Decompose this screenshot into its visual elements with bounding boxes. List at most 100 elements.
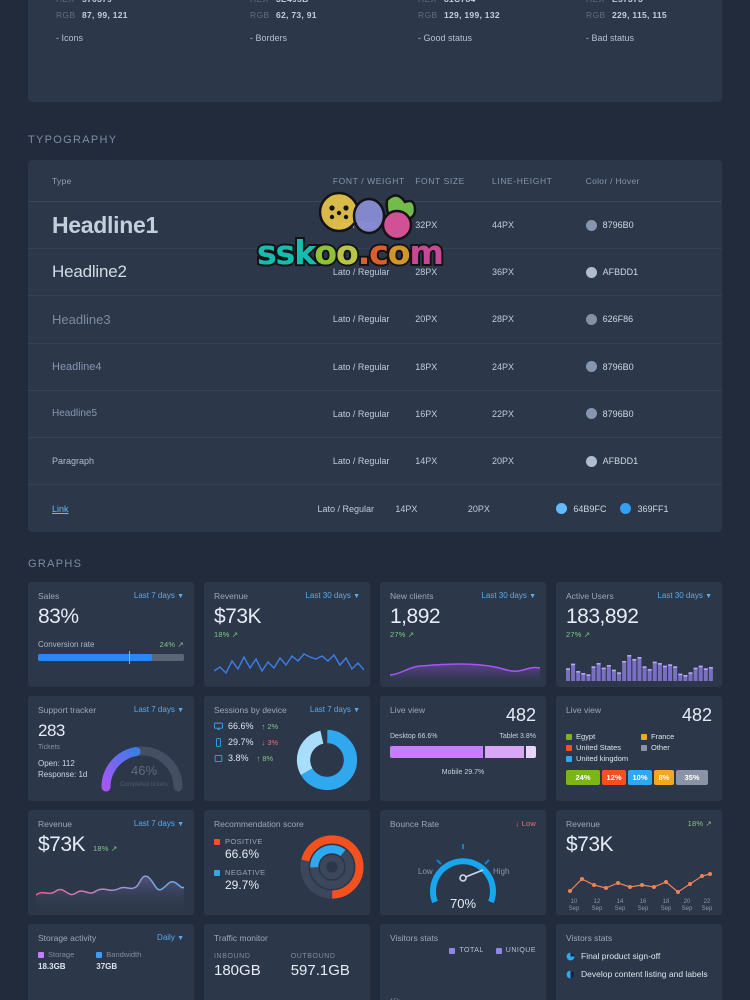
list-item[interactable]: Develop content listing and labels (566, 969, 712, 979)
legend-item: Egypt (566, 732, 637, 741)
trend-up-icon: ↗ (231, 630, 239, 639)
chevron-down-icon: ▼ (177, 821, 184, 828)
color-usage: - Good status (418, 33, 473, 43)
card-revenue-dots: Revenue 18% ↗ $73K 10 Sep 12 Sep 14 Sep 16 S… (556, 810, 722, 915)
rgb-value: 87, 99, 121 (82, 10, 128, 20)
bar-chart (566, 655, 713, 681)
x-tick: 22 (704, 899, 711, 905)
metric-value: 183,892 (566, 605, 639, 628)
typography-section-label: TYPOGRAPHY (28, 134, 118, 146)
svg-text:Sep: Sep (592, 906, 603, 912)
task-label: Develop content listing and labels (581, 969, 708, 979)
status-badge: ↓ Low (515, 819, 536, 828)
card-sales: Sales Last 7 days ▼ 83% Conversion rate … (28, 582, 194, 687)
color-hex: 64B9FC (573, 503, 607, 514)
rgb-label: RGB (418, 10, 438, 20)
area-chart (390, 663, 540, 681)
rgb-label: RGB (250, 10, 270, 20)
metric-delta: 18% ↗ (687, 819, 712, 828)
type-sample-link[interactable]: Link (52, 504, 69, 514)
gauge-high-label: High (493, 867, 509, 876)
legend-bandwidth: Bandwidth 37GB (96, 950, 142, 971)
card-title: Traffic monitor (214, 933, 268, 943)
sparkline-chart (214, 653, 364, 675)
color-swatch: HEXE57373 RGB 229, 115, 115 - Bad status (586, 0, 746, 43)
card-revenue-area: Revenue Last 7 days ▼ $73K 18% ↗ (28, 810, 194, 915)
gauge-chart: 46% Completed tickets (101, 746, 183, 792)
metric-value: 482 (681, 705, 712, 725)
card-bounce-rate: Bounce Rate ↓ Low Low High 70% (380, 810, 546, 915)
session-delta: ↓ 3% (261, 737, 279, 747)
hex-label: HEX (56, 0, 82, 5)
mobile-icon (216, 737, 221, 747)
card-title: Support tracker (38, 705, 97, 715)
card-storage-activity: Storage activity Daily ▼ Storage 18.3GB … (28, 924, 194, 1000)
color-hex: 626F86 (602, 314, 634, 325)
card-visitors-stats: Visitors stats TOTAL UNIQUE 15k 10k 5k (380, 924, 546, 1000)
range-selector[interactable]: Last 30 days ▼ (305, 591, 360, 600)
color-usage: - Icons (56, 33, 84, 43)
row-font: Lato / Regular (332, 456, 390, 467)
task-label: Final product sign-off (581, 951, 661, 961)
color-dot (585, 361, 597, 373)
chevron-down-icon: ▼ (705, 593, 712, 600)
percent-chip: 12% (602, 770, 626, 785)
row-line: 20PX (467, 503, 490, 514)
legend-item: France (641, 732, 712, 741)
row-line: 36PX (492, 267, 515, 278)
card-support-tracker: Support tracker Last 7 days ▼ 283 Ticket… (28, 696, 194, 801)
inbound-stat: INBOUND 180GB (214, 953, 261, 979)
row-line: 28PX (492, 314, 515, 325)
segment-mobile[interactable] (483, 746, 525, 758)
col-color-hover: Color / Hover (585, 175, 640, 186)
type-sample: Headline2 (52, 262, 127, 282)
hex-value: E57373 (612, 0, 643, 5)
segment-desktop[interactable] (390, 746, 484, 758)
range-selector[interactable]: Last 30 days ▼ (657, 591, 712, 600)
range-selector[interactable]: Last 7 days ▼ (134, 705, 184, 714)
tablet-icon (214, 754, 223, 762)
chevron-down-icon: ▼ (353, 707, 360, 714)
rgb-value: 129, 199, 132 (444, 10, 500, 20)
range-selector[interactable]: Last 7 days ▼ (134, 819, 184, 828)
color-hex-hover: 369FF1 (637, 503, 669, 514)
type-sample: Headline1 (52, 211, 158, 238)
segment-label-desktop: Desktop 66.6% (390, 733, 438, 740)
color-hex: 8796B0 (602, 361, 634, 372)
chevron-down-icon: ▼ (177, 593, 184, 600)
percent-chip: 24% (566, 770, 600, 785)
color-hex: 8796B0 (602, 220, 634, 231)
legend-item: Other (641, 743, 712, 752)
color-dot (585, 408, 597, 420)
color-hex: AFBDD1 (602, 267, 639, 278)
range-selector[interactable]: Last 30 days ▼ (481, 591, 536, 600)
trend-up-icon: ↗ (583, 630, 591, 639)
grouped-bar-chart: 15k 10k 5k (390, 999, 401, 1000)
progress-bar[interactable] (38, 651, 184, 664)
color-usage: - Borders (250, 33, 288, 43)
x-tick: 14 (617, 899, 624, 905)
desktop-icon (214, 722, 223, 730)
outbound-stat: OUTBOUND 597.1GB (290, 953, 350, 979)
multi-donut-chart (300, 835, 364, 899)
range-selector[interactable]: Daily ▼ (157, 933, 184, 942)
metric-delta: 18% ↗ (214, 630, 239, 639)
range-selector[interactable]: Last 7 days ▼ (310, 705, 360, 714)
graphs-section-label: GRAPHS (28, 558, 83, 570)
card-title: Bounce Rate (390, 819, 440, 829)
stacked-bar[interactable] (390, 746, 536, 758)
card-title: Sessions by device (214, 705, 287, 715)
card-title: New clients (390, 591, 434, 601)
segment-tablet[interactable] (524, 746, 536, 758)
range-selector[interactable]: Last 7 days ▼ (134, 591, 184, 600)
list-item[interactable]: Final product sign-off (566, 951, 712, 961)
metric-value: $73K (214, 605, 262, 628)
color-swatch: HEX81C784 RGB 129, 199, 132 - Good status (418, 0, 578, 43)
svg-text:Sep: Sep (661, 906, 672, 912)
color-usage: - Bad status (586, 33, 635, 43)
hex-value: 3E495B (276, 0, 309, 5)
row-line: 44PX (492, 220, 515, 231)
gauge-low-label: Low (418, 867, 433, 876)
rgb-value: 62, 73, 91 (276, 10, 317, 20)
row-line: 20PX (492, 456, 515, 467)
